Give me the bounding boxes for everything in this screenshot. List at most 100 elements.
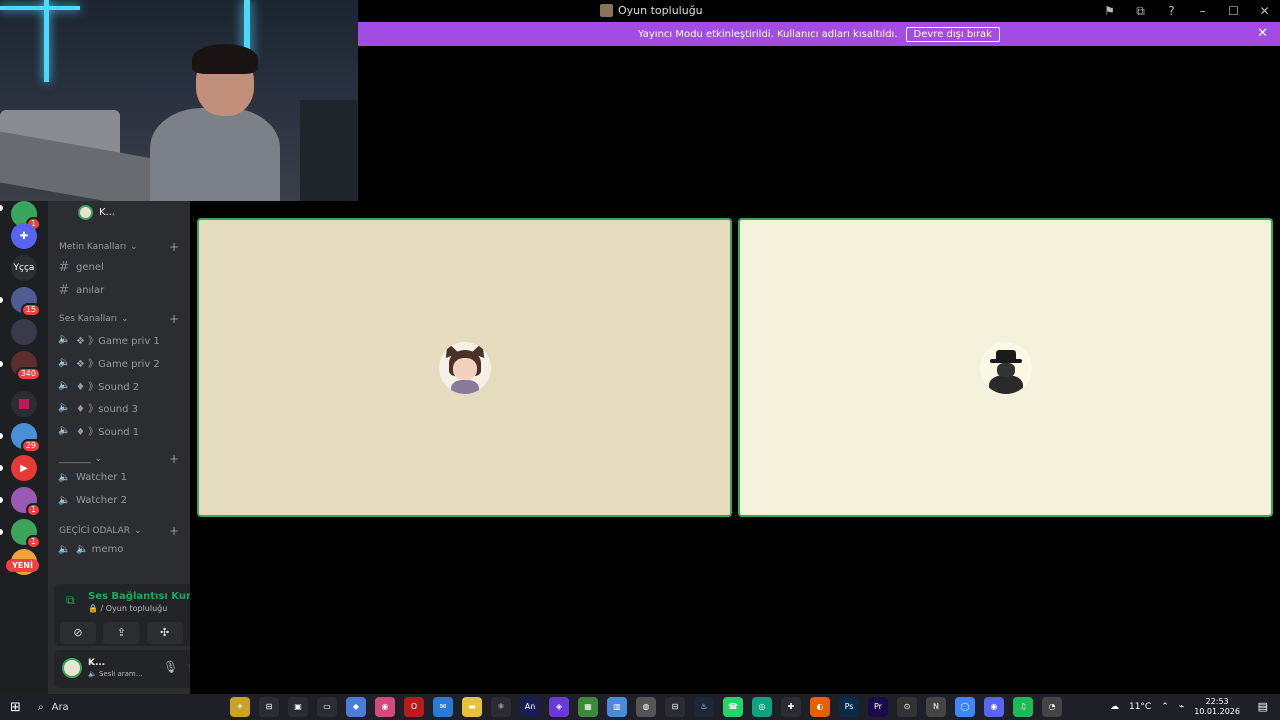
taskbar-app-icon[interactable]: Ps: [839, 697, 859, 717]
help-icon[interactable]: ?: [1156, 4, 1187, 18]
taskbar-app-icon[interactable]: ◍: [636, 697, 656, 717]
taskbar-app-icon[interactable]: N: [926, 697, 946, 717]
taskbar-app-icon[interactable]: ♫: [1013, 697, 1033, 717]
taskbar-app-icon[interactable]: ◐: [810, 697, 830, 717]
signal-icon[interactable]: ⧉: [66, 593, 75, 608]
inbox-icon[interactable]: ⚑: [1094, 4, 1125, 18]
taskbar-search[interactable]: ⌕ Ara: [32, 697, 212, 717]
close-window-button[interactable]: ✕: [1249, 4, 1280, 18]
add-channel-icon[interactable]: +: [169, 240, 179, 254]
mention-badge: 340: [15, 367, 41, 381]
participant-tile[interactable]: [197, 218, 732, 517]
screen-share-button[interactable]: ⇪: [103, 622, 140, 644]
activities-button[interactable]: ✣: [146, 622, 183, 644]
voice-user[interactable]: K...: [78, 205, 115, 220]
voice-channel-sound-1[interactable]: 🔈 ♦ 》Sound 1: [58, 423, 139, 438]
taskbar-app-icon[interactable]: ◉: [984, 697, 1004, 717]
add-channel-icon[interactable]: +: [169, 312, 179, 326]
voice-status[interactable]: Ses Bağlantısı Kuru: [88, 591, 198, 602]
avatar[interactable]: [62, 658, 82, 678]
camera-off-button[interactable]: ⊘: [60, 622, 96, 644]
taskbar-app-icon[interactable]: ◎: [752, 697, 772, 717]
participant-avatar: [979, 341, 1032, 394]
taskbar-app-icon[interactable]: Pr: [868, 697, 888, 717]
screen-share-icon[interactable]: ⧉: [1125, 4, 1156, 19]
taskbar-app-icon[interactable]: ♨: [694, 697, 714, 717]
channel-label: ♦ 》sound 3: [76, 404, 139, 415]
taskbar-app-icon[interactable]: ▭: [317, 697, 337, 717]
taskbar-app-icon[interactable]: ✦: [230, 697, 250, 717]
weather-icon[interactable]: ☁: [1110, 702, 1119, 712]
taskbar-app-icon[interactable]: ◉: [375, 697, 395, 717]
maximize-button[interactable]: ☐: [1218, 4, 1249, 18]
voice-channel-watcher-2[interactable]: 🔈 Watcher 2: [58, 495, 127, 506]
channel-label: Watcher 1: [76, 472, 127, 483]
voice-channel-sound-3[interactable]: 🔈 ♦ 》sound 3: [58, 400, 138, 415]
minimize-button[interactable]: –: [1187, 4, 1218, 18]
taskbar-app-icon[interactable]: ⚛: [491, 697, 511, 717]
taskbar-app-icon[interactable]: ⊟: [665, 697, 685, 717]
unread-pill: [0, 361, 3, 367]
channel-anilar[interactable]: # anılar: [58, 283, 105, 298]
discover-icon[interactable]: ✚: [11, 223, 37, 249]
taskbar-app-icon[interactable]: ⊟: [259, 697, 279, 717]
channel-label: ❖ 》Game priv 2: [76, 359, 160, 370]
voice-channel-watcher-1[interactable]: 🔈 Watcher 1: [58, 472, 127, 483]
taskbar-app-icon[interactable]: ▬: [462, 697, 482, 717]
category-blank[interactable]: _______ ⌄ +: [59, 452, 179, 466]
server-icon[interactable]: 15: [11, 287, 41, 317]
voice-channel-game-priv-1[interactable]: 🔈 ❖ 》Game priv 1: [58, 332, 160, 347]
taskbar-app-icon[interactable]: ✉: [433, 697, 453, 717]
taskbar-app-icon[interactable]: ◯: [955, 697, 975, 717]
taskbar-app-icon[interactable]: ◔: [1042, 697, 1062, 717]
voice-channel-game-priv-2[interactable]: 🔈 ❖ 》Game priv 2: [58, 355, 160, 370]
user-name[interactable]: K...: [88, 658, 105, 668]
avatar: [78, 205, 93, 220]
clock[interactable]: 22:53 10.01.2026: [1194, 697, 1240, 717]
voice-channel-sound-2[interactable]: 🔈 ♦ 》Sound 2: [58, 378, 139, 393]
taskbar-app-icon[interactable]: ▥: [607, 697, 627, 717]
voice-location[interactable]: 🔒 / Oyun topluluğu: [88, 604, 167, 613]
category-temp-rooms[interactable]: GEÇİCİ ODALAR ⌄ +: [59, 524, 179, 538]
server-icon[interactable]: 1: [11, 487, 41, 517]
led-strip: [44, 0, 49, 82]
server-icon[interactable]: ▶: [11, 455, 37, 481]
add-channel-icon[interactable]: +: [169, 452, 179, 466]
user-status: 🔈 Sesli aram...: [88, 670, 143, 678]
taskbar-app-icon[interactable]: ▣: [288, 697, 308, 717]
taskbar-app-icon[interactable]: ⊙: [897, 697, 917, 717]
taskbar-app-icon[interactable]: ☎: [723, 697, 743, 717]
taskbar-app-icon[interactable]: ▦: [578, 697, 598, 717]
server-icon[interactable]: Yçça: [11, 255, 37, 281]
server-icon[interactable]: [11, 391, 37, 417]
server-icon[interactable]: 340: [11, 351, 41, 381]
windows-start-icon[interactable]: ⊞: [10, 700, 21, 715]
network-icon[interactable]: ⌁: [1179, 702, 1184, 712]
voice-channel-memo[interactable]: 🔈 🔈 memo: [58, 544, 123, 555]
taskbar-app-icon[interactable]: O: [404, 697, 424, 717]
speaker-icon: 🔈: [58, 425, 71, 436]
taskbar-app-icon[interactable]: ◆: [346, 697, 366, 717]
voice-stage: [190, 201, 1280, 694]
taskbar-app-icon[interactable]: ◈: [549, 697, 569, 717]
channel-sidebar: K... Metin Kanalları ⌄ + # genel # anıla…: [48, 201, 232, 694]
category-voice-channels[interactable]: Ses Kanalları ⌄ +: [59, 312, 179, 326]
windows-taskbar: ⊞ ⌕ Ara ✦ ⊟ ▣ ▭ ◆ ◉ O ✉ ▬ ⚛ An ◈ ▦ ▥ ◍ ⊟ ♨ ☎ ◎ ✚ ◐ Ps Pr ⊙ N ◯ ◉ ♫ ◔…: [0, 694, 1280, 720]
server-icon[interactable]: [11, 319, 37, 345]
category-text-channels[interactable]: Metin Kanalları ⌄ +: [59, 240, 179, 254]
add-channel-icon[interactable]: +: [169, 524, 179, 538]
taskbar-app-icon[interactable]: ✚: [781, 697, 801, 717]
voice-user-name: K...: [99, 207, 116, 218]
notification-icon[interactable]: ▤: [1258, 700, 1268, 713]
disable-streamer-mode-button[interactable]: Devre dışı bırak: [905, 26, 1000, 42]
taskbar-app-icon[interactable]: An: [520, 697, 540, 717]
participant-tile[interactable]: [738, 218, 1273, 517]
server-icon[interactable]: 1: [11, 519, 41, 549]
channel-genel[interactable]: # genel: [58, 260, 104, 275]
server-icon[interactable]: 29: [11, 423, 41, 453]
banner-close-icon[interactable]: ✕: [1257, 26, 1268, 41]
weather-temp[interactable]: 11°C: [1129, 702, 1151, 712]
server-square-icon: [19, 399, 29, 409]
microphone-icon[interactable]: 🎙: [163, 660, 178, 674]
chevron-up-icon[interactable]: ⌃: [1161, 702, 1169, 712]
